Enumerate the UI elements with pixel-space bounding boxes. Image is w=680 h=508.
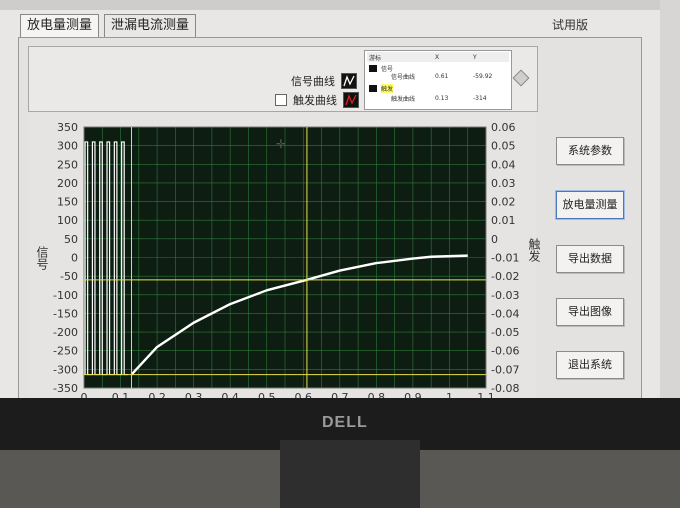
export-image-button[interactable]: 导出图像 <box>556 298 624 326</box>
y-tick-label-right: -0.07 <box>491 363 519 376</box>
y-tick-label-right: 0.06 <box>491 121 516 134</box>
y-tick-label-left: -300 <box>53 363 78 376</box>
monitor-stand <box>280 440 420 508</box>
button-label: 放电量测量 <box>562 198 618 211</box>
y-axis-label-right: 触发 <box>527 238 541 262</box>
y-tick-label-right: -0.04 <box>491 307 519 320</box>
y-tick-label-right: -0.06 <box>491 345 519 358</box>
y-tick-label-right: 0 <box>491 233 498 246</box>
y-tick-label-right: 0.03 <box>491 177 516 190</box>
y-tick-label-right: 0.01 <box>491 214 516 227</box>
y-tick-label-left: 250 <box>57 158 78 171</box>
y-tick-label-right: 0.05 <box>491 140 516 153</box>
y-tick-label-left: 150 <box>57 196 78 209</box>
y-tick-label-right: -0.03 <box>491 289 519 302</box>
y-tick-label-left: -250 <box>53 345 78 358</box>
button-label: 导出数据 <box>568 252 612 265</box>
crosshair-cursor-icon: ✛ <box>276 137 286 151</box>
y-tick-label-left: -100 <box>53 289 78 302</box>
dell-logo: DELL <box>322 414 368 431</box>
y-tick-label-right: 0.02 <box>491 196 516 209</box>
button-label: 系统参数 <box>568 144 612 157</box>
button-label: 退出系统 <box>568 358 612 371</box>
y-tick-label-right: -0.02 <box>491 270 519 283</box>
discharge-measurement-button[interactable]: 放电量测量 <box>556 191 624 219</box>
exit-system-button[interactable]: 退出系统 <box>556 351 624 379</box>
y-tick-label-left: -50 <box>60 270 78 283</box>
export-data-button[interactable]: 导出数据 <box>556 245 624 273</box>
y-tick-label-right: -0.05 <box>491 326 519 339</box>
button-label: 导出图像 <box>568 305 612 318</box>
y-tick-label-left: 50 <box>64 233 78 246</box>
y-tick-label-left: 350 <box>57 121 78 134</box>
app-window: 放电量测量 泄漏电流测量 试用版 信号曲线 触发曲线 游标 X Y 信号 信号曲… <box>0 0 660 418</box>
y-tick-label-left: -150 <box>53 307 78 320</box>
y-axis-label-left: 信号 <box>35 246 49 270</box>
y-tick-label-left: -350 <box>53 382 78 395</box>
y-tick-label-right: 0.04 <box>491 158 516 171</box>
system-parameters-button[interactable]: 系统参数 <box>556 137 624 165</box>
y-tick-label-left: 0 <box>71 252 78 265</box>
y-tick-label-right: -0.08 <box>491 382 519 395</box>
y-tick-label-right: -0.01 <box>491 252 519 265</box>
y-tick-label-left: 300 <box>57 140 78 153</box>
y-tick-label-left: 100 <box>57 214 78 227</box>
screen-edge <box>660 0 680 400</box>
y-tick-label-left: -200 <box>53 326 78 339</box>
y-tick-label-left: 200 <box>57 177 78 190</box>
